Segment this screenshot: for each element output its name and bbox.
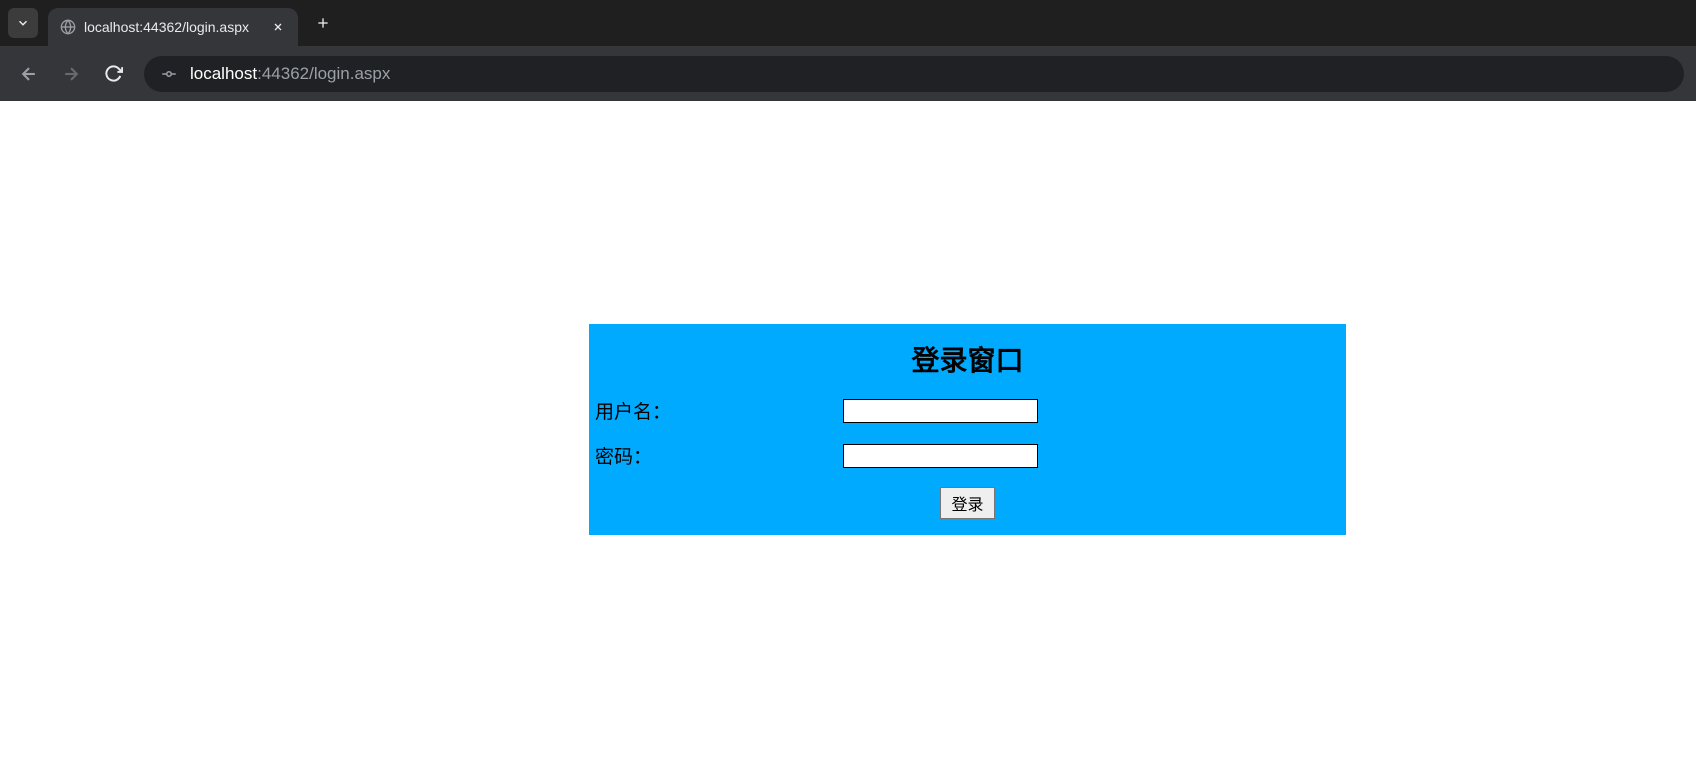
browser-tab[interactable]: localhost:44362/login.aspx <box>48 8 298 46</box>
page-content: 登录窗口 用户名： 密码： 登录 <box>0 101 1696 772</box>
globe-icon <box>60 19 76 35</box>
arrow-left-icon <box>19 64 39 84</box>
password-label: 密码： <box>593 442 843 469</box>
tab-bar: localhost:44362/login.aspx <box>0 0 1696 46</box>
new-tab-button[interactable] <box>308 8 338 38</box>
back-button[interactable] <box>12 57 46 91</box>
close-icon[interactable] <box>270 19 286 35</box>
reload-icon <box>104 64 123 83</box>
reload-button[interactable] <box>96 57 130 91</box>
url-text: localhost:44362/login.aspx <box>190 64 390 84</box>
login-title: 登录窗口 <box>589 339 1346 379</box>
site-info-icon[interactable] <box>158 63 180 85</box>
password-input[interactable] <box>843 444 1038 468</box>
forward-button[interactable] <box>54 57 88 91</box>
username-label: 用户名： <box>593 397 843 424</box>
tab-search-dropdown[interactable] <box>8 8 38 38</box>
button-row: 登录 <box>589 487 1346 519</box>
url-path: :44362/login.aspx <box>257 64 390 84</box>
tab-title: localhost:44362/login.aspx <box>84 19 262 35</box>
username-input[interactable] <box>843 399 1038 423</box>
chevron-down-icon <box>16 16 30 30</box>
password-row: 密码： <box>589 442 1346 469</box>
address-bar-row: localhost:44362/login.aspx <box>0 46 1696 101</box>
browser-chrome: localhost:44362/login.aspx localhost:443… <box>0 0 1696 101</box>
login-box: 登录窗口 用户名： 密码： 登录 <box>589 324 1346 535</box>
url-host: localhost <box>190 64 257 84</box>
plus-icon <box>315 15 331 31</box>
username-row: 用户名： <box>589 397 1346 424</box>
address-bar[interactable]: localhost:44362/login.aspx <box>144 56 1684 92</box>
login-button[interactable]: 登录 <box>940 487 994 519</box>
arrow-right-icon <box>61 64 81 84</box>
